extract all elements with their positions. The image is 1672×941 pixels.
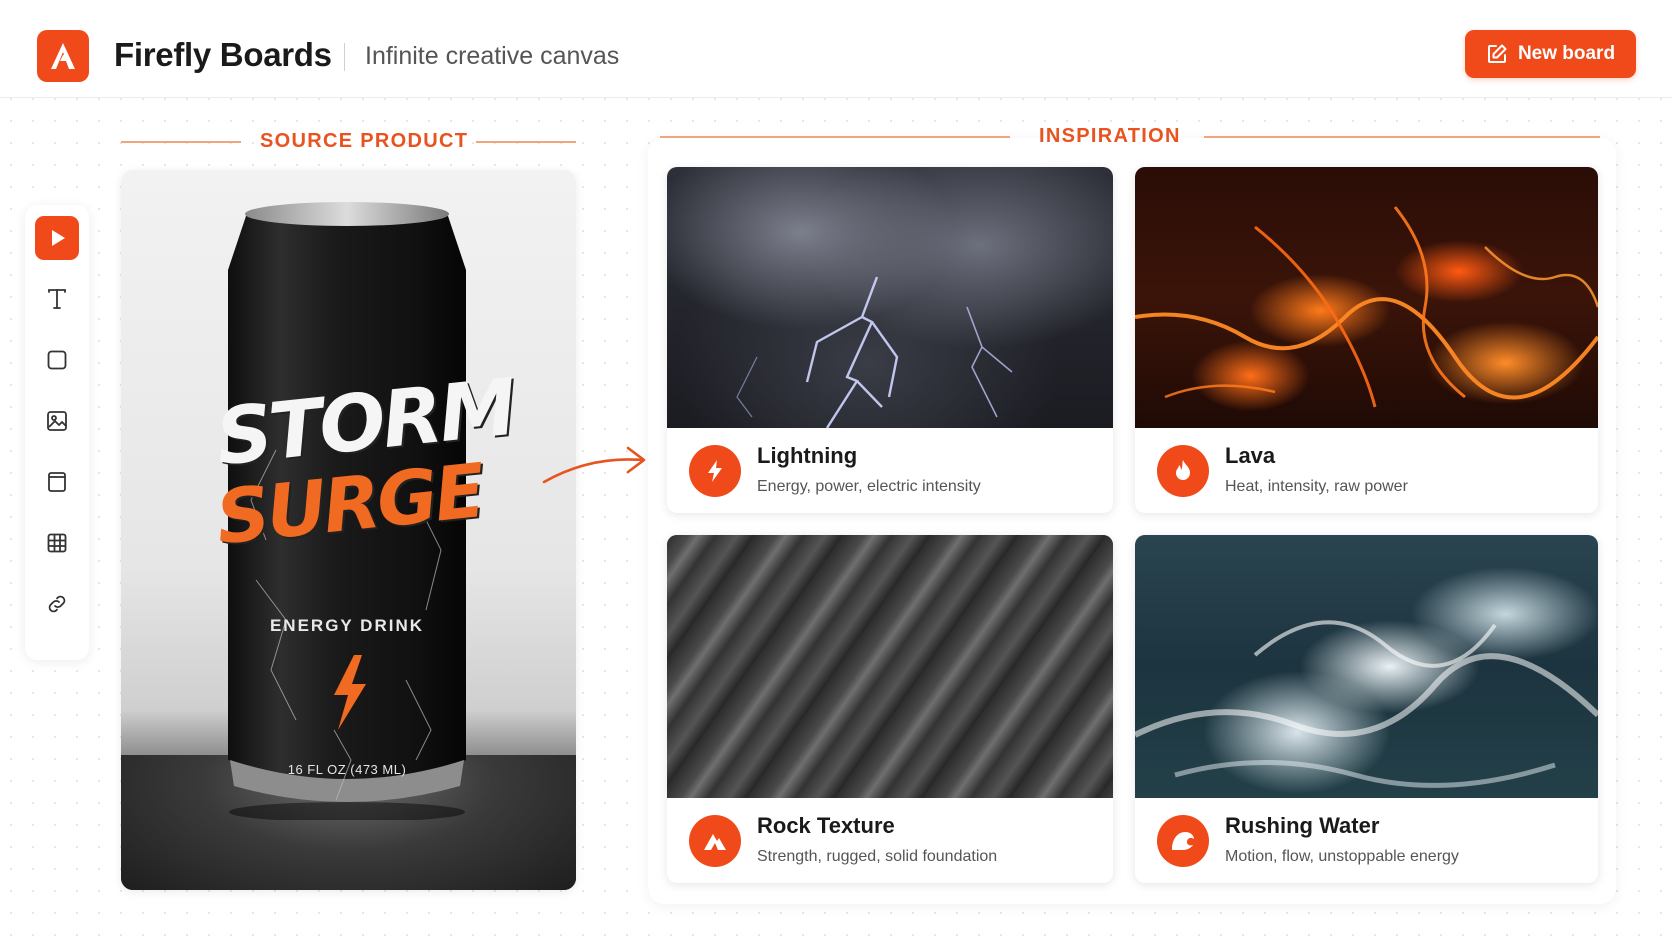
inspiration-label: INSPIRATION: [1039, 125, 1181, 147]
tool-shape[interactable]: [35, 338, 79, 382]
adobe-logo-icon: [51, 43, 75, 69]
frame-icon: [48, 472, 66, 492]
can-tagline: ENERGY DRINK: [269, 616, 425, 635]
tool-text[interactable]: [35, 277, 79, 321]
link-icon: [48, 595, 66, 613]
rock-texture-image: [667, 535, 1113, 798]
inspiration-card-lava[interactable]: Lava Heat, intensity, raw power: [1135, 167, 1598, 513]
card-description: Motion, flow, unstoppable energy: [1225, 848, 1459, 865]
app-subtitle: Infinite creative canvas: [365, 42, 620, 70]
tool-image[interactable]: [35, 399, 79, 443]
title-divider: [344, 43, 345, 71]
bolt-icon: [708, 460, 722, 482]
card-description: Heat, intensity, raw power: [1225, 478, 1408, 495]
card-title: Rock Texture: [757, 813, 895, 838]
text-icon: [48, 289, 66, 309]
inspiration-card-rock[interactable]: Rock Texture Strength, rugged, solid fou…: [667, 535, 1113, 883]
lava-image: [1135, 167, 1598, 428]
card-description: Energy, power, electric intensity: [757, 478, 981, 495]
square-icon: [47, 350, 67, 370]
edit-icon: [1487, 44, 1507, 63]
image-icon: [47, 411, 67, 431]
app-logo[interactable]: [37, 30, 89, 82]
inspiration-rule-right: [1204, 136, 1600, 138]
app-title: Firefly Boards: [114, 36, 332, 73]
arrow-icon: [542, 446, 646, 484]
new-board-button[interactable]: New board: [1465, 30, 1636, 78]
flame-icon: [1176, 460, 1190, 480]
app-header: Firefly Boards Infinite creative canvas …: [0, 0, 1672, 98]
tool-table[interactable]: [35, 521, 79, 565]
card-icon-badge: [1157, 815, 1209, 867]
source-rule-right: [476, 141, 576, 143]
left-toolbar: [25, 205, 89, 660]
can-volume: 16 FL OZ (473 ML): [287, 762, 407, 777]
card-icon-badge: [689, 815, 741, 867]
source-product-label: SOURCE PRODUCT: [260, 130, 469, 152]
rushing-water-image: [1135, 535, 1598, 798]
mountain-icon: [704, 834, 726, 850]
new-board-label: New board: [1517, 43, 1616, 64]
card-title: Rushing Water: [1225, 813, 1380, 838]
inspiration-rule-left: [660, 136, 1010, 138]
tool-link[interactable]: [35, 582, 79, 626]
card-title: Lava: [1225, 443, 1276, 468]
inspiration-card-water[interactable]: Rushing Water Motion, flow, unstoppable …: [1135, 535, 1598, 883]
card-description: Strength, rugged, solid foundation: [757, 848, 998, 865]
card-icon-badge: [689, 445, 741, 497]
lightning-image: [667, 167, 1113, 429]
source-product-image[interactable]: STORM SURGE ENERGY DRINK 16 FL OZ (473 M…: [121, 170, 576, 890]
tool-play[interactable]: [35, 216, 79, 260]
table-icon: [47, 533, 67, 553]
inspiration-card-lightning[interactable]: Lightning Energy, power, electric intens…: [667, 167, 1113, 513]
energy-can: STORM SURGE ENERGY DRINK 16 FL OZ (473 M…: [212, 200, 518, 822]
card-icon-badge: [1157, 445, 1209, 497]
source-rule-left: [121, 141, 241, 143]
card-title: Lightning: [757, 443, 858, 468]
wave-icon: [1172, 832, 1194, 850]
tool-frame[interactable]: [35, 460, 79, 504]
play-icon: [52, 230, 65, 246]
